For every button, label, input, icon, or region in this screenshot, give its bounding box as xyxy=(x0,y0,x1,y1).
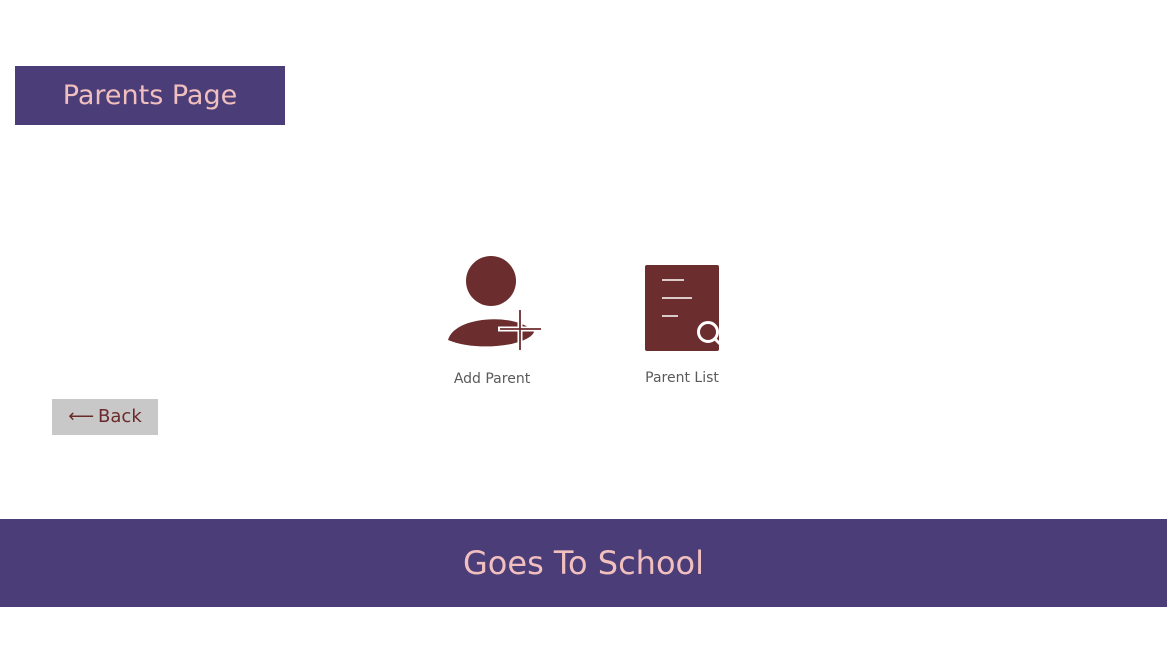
parent-list-tile[interactable]: Parent List xyxy=(628,260,736,386)
parent-list-label: Parent List xyxy=(645,370,719,386)
arrow-left-icon: ⟵ xyxy=(68,406,95,427)
add-parent-label: Add Parent xyxy=(453,371,531,387)
footer-title: Goes To School xyxy=(463,544,704,582)
back-label: Back xyxy=(98,406,142,427)
page-title: Parents Page xyxy=(15,66,285,125)
add-parent-tile[interactable]: Add Parent xyxy=(436,250,548,387)
document-search-icon xyxy=(645,265,722,351)
add-user-icon xyxy=(448,256,542,351)
footer-banner: Goes To School xyxy=(0,519,1167,607)
back-button[interactable]: ⟵ Back xyxy=(52,399,158,435)
